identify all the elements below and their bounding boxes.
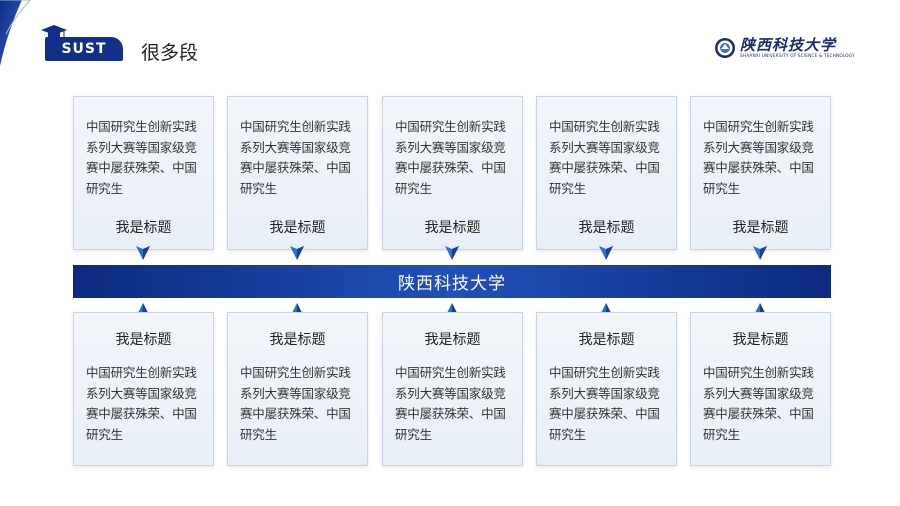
- card-body-text: 中国研究生创新实践系列大赛等国家级竞赛中屡获殊荣、中国研究生: [395, 365, 506, 442]
- card-title: 我是标题: [115, 220, 172, 236]
- top-card-2: 中国研究生创新实践系列大赛等国家级竞赛中屡获殊荣、中国研究生 我是标题: [227, 96, 368, 250]
- card-title: 我是标题: [424, 220, 481, 236]
- arrow-down-icon: [136, 246, 150, 260]
- card-body-text: 中国研究生创新实践系列大赛等国家级竞赛中屡获殊荣、中国研究生: [86, 119, 197, 196]
- top-card-5: 中国研究生创新实践系列大赛等国家级竞赛中屡获殊荣、中国研究生 我是标题: [690, 96, 831, 250]
- bottom-card-4: 我是标题 中国研究生创新实践系列大赛等国家级竞赛中屡获殊荣、中国研究生: [536, 312, 677, 466]
- card-body-text: 中国研究生创新实践系列大赛等国家级竞赛中屡获殊荣、中国研究生: [549, 119, 660, 196]
- bottom-card-1: 我是标题 中国研究生创新实践系列大赛等国家级竞赛中屡获殊荣、中国研究生: [73, 312, 214, 466]
- brand-badge: SUST: [45, 37, 123, 61]
- corner-decoration: [0, 0, 31, 66]
- page-title: 很多段: [141, 42, 199, 64]
- card-title: 我是标题: [269, 332, 326, 348]
- card-title: 我是标题: [578, 332, 635, 348]
- arrow-down-icon: [445, 246, 459, 260]
- top-card-4: 中国研究生创新实践系列大赛等国家级竞赛中屡获殊荣、中国研究生 我是标题: [536, 96, 677, 250]
- card-body-text: 中国研究生创新实践系列大赛等国家级竞赛中屡获殊荣、中国研究生: [395, 119, 506, 196]
- arrow-down-icon: [599, 246, 613, 260]
- center-banner: 陕西科技大学: [73, 265, 831, 298]
- card-title: 我是标题: [578, 220, 635, 236]
- logo-name-en: SHAANXI UNIVERSITY OF SCIENCE & TECHNOLO…: [740, 53, 855, 58]
- card-body-text: 中国研究生创新实践系列大赛等国家级竞赛中屡获殊荣、中国研究生: [86, 365, 197, 442]
- card-body-text: 中国研究生创新实践系列大赛等国家级竞赛中屡获殊荣、中国研究生: [240, 365, 351, 442]
- top-card-3: 中国研究生创新实践系列大赛等国家级竞赛中屡获殊荣、中国研究生 我是标题: [382, 96, 523, 250]
- arrow-down-icon: [290, 246, 304, 260]
- card-title: 我是标题: [115, 332, 172, 348]
- bottom-card-2: 我是标题 中国研究生创新实践系列大赛等国家级竞赛中屡获殊荣、中国研究生: [227, 312, 368, 466]
- card-title: 我是标题: [424, 332, 481, 348]
- card-body-text: 中国研究生创新实践系列大赛等国家级竞赛中屡获殊荣、中国研究生: [240, 119, 351, 196]
- card-title: 我是标题: [732, 332, 789, 348]
- card-body-text: 中国研究生创新实践系列大赛等国家级竞赛中屡获殊荣、中国研究生: [703, 119, 814, 196]
- university-logo: 陕西科技大学 SHAANXI UNIVERSITY OF SCIENCE & T…: [714, 37, 855, 59]
- card-body-text: 中国研究生创新实践系列大赛等国家级竞赛中屡获殊荣、中国研究生: [549, 365, 660, 442]
- card-title: 我是标题: [269, 220, 326, 236]
- card-title: 我是标题: [732, 220, 789, 236]
- top-card-1: 中国研究生创新实践系列大赛等国家级竞赛中屡获殊荣、中国研究生 我是标题: [73, 96, 214, 250]
- university-emblem-icon: [715, 38, 735, 58]
- bottom-card-5: 我是标题 中国研究生创新实践系列大赛等国家级竞赛中屡获殊荣、中国研究生: [690, 312, 831, 466]
- card-body-text: 中国研究生创新实践系列大赛等国家级竞赛中屡获殊荣、中国研究生: [703, 365, 814, 442]
- bottom-card-3: 我是标题 中国研究生创新实践系列大赛等国家级竞赛中屡获殊荣、中国研究生: [382, 312, 523, 466]
- arrow-down-icon: [753, 246, 767, 260]
- logo-name-cn: 陕西科技大学: [740, 36, 837, 54]
